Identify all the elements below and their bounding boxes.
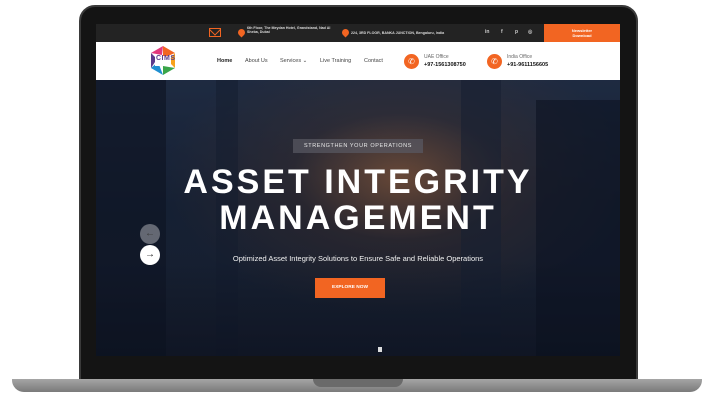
nav-about-us[interactable]: About Us bbox=[245, 58, 268, 64]
pinterest-icon[interactable]: p bbox=[515, 29, 518, 35]
hero-slider: STRENGTHEN YOUR OPERATIONS ASSET INTEGRI… bbox=[96, 80, 620, 356]
hero-eyebrow: STRENGTHEN YOUR OPERATIONS bbox=[293, 139, 423, 153]
nav-services[interactable]: Services ⌄ bbox=[280, 58, 307, 64]
nav-home[interactable]: Home bbox=[217, 58, 232, 64]
hero-subtitle: Optimized Asset Integrity Solutions to E… bbox=[232, 254, 484, 263]
laptop-screen: 6th Floor, The Meydan Hotel, Grandstand,… bbox=[96, 24, 620, 356]
uae-office-label: UAE Office bbox=[424, 54, 449, 60]
explore-now-button[interactable]: EXPLORE NOW bbox=[315, 278, 385, 298]
phone-icon: ✆ bbox=[404, 54, 419, 69]
site-header: CIMS Home About Us Services ⌄ Live Train… bbox=[96, 42, 620, 80]
slider-next-arrow-icon[interactable]: → bbox=[140, 245, 160, 265]
logo-text: CIMS bbox=[156, 55, 176, 62]
address-india: 224, 3RD FLOOR, BANKA JUNCTION, Bengalur… bbox=[351, 31, 445, 35]
nav-contact[interactable]: Contact bbox=[364, 58, 383, 64]
india-office-phone[interactable]: +91-9611156605 bbox=[507, 62, 548, 68]
hero-title-line2: MANAGEMENT bbox=[219, 199, 497, 237]
download-label: Download bbox=[572, 33, 592, 38]
uae-office-phone[interactable]: +97-1561308750 bbox=[424, 62, 466, 68]
slider-prev-arrow-icon[interactable]: ← bbox=[140, 224, 160, 244]
laptop-mockup: 6th Floor, The Meydan Hotel, Grandstand,… bbox=[0, 0, 711, 396]
hero-title-line1: ASSET INTEGRITY bbox=[183, 163, 533, 201]
address-uae: 6th Floor, The Meydan Hotel, Grandstand,… bbox=[247, 26, 331, 35]
facebook-icon[interactable]: f bbox=[501, 29, 503, 35]
laptop-base-notch bbox=[313, 379, 403, 387]
nav-live-training[interactable]: Live Training bbox=[320, 58, 351, 64]
instagram-icon[interactable]: ◎ bbox=[528, 29, 532, 35]
top-bar: 6th Floor, The Meydan Hotel, Grandstand,… bbox=[96, 24, 620, 42]
phone-icon: ✆ bbox=[487, 54, 502, 69]
mail-icon[interactable] bbox=[209, 28, 221, 37]
location-icon bbox=[340, 27, 351, 38]
mouse-cursor-icon bbox=[378, 347, 382, 352]
newsletter-download-button[interactable]: Newsletter Download bbox=[544, 24, 620, 42]
location-icon bbox=[236, 27, 247, 38]
india-office-label: India Office bbox=[507, 54, 533, 60]
linkedin-icon[interactable]: in bbox=[485, 29, 489, 35]
